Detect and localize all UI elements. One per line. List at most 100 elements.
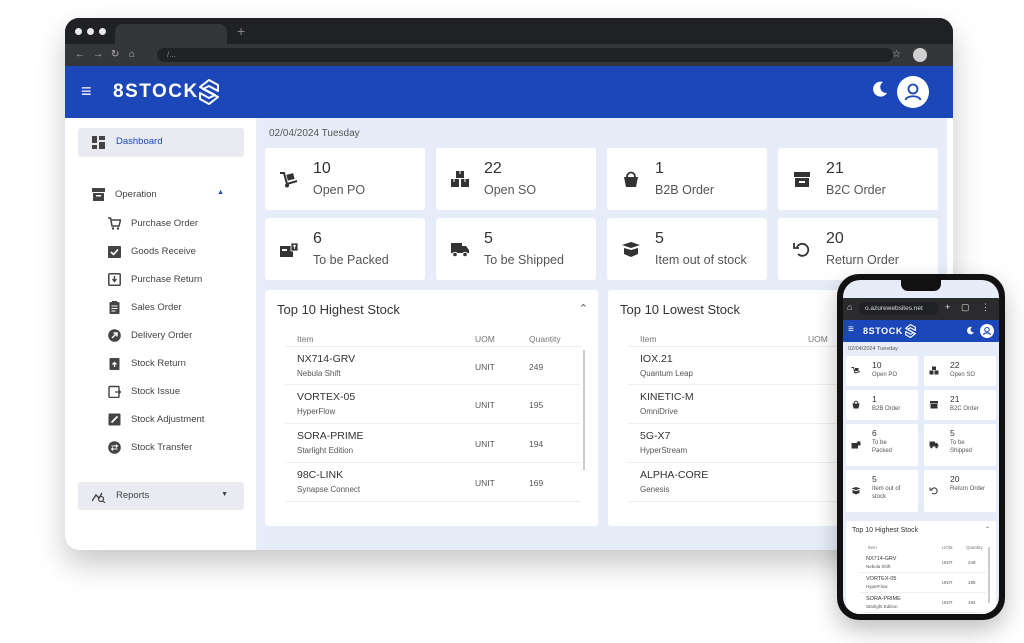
card-value: 5	[950, 428, 955, 438]
dashboard-icon	[92, 136, 105, 149]
phone-user-avatar[interactable]	[980, 324, 994, 338]
phone-card-open-po[interactable]: 10 Open PO	[846, 356, 918, 386]
moon-icon[interactable]	[871, 80, 889, 98]
reload-icon[interactable]: ↻	[111, 49, 119, 61]
phone-table-row[interactable]: NX714-GRV Nebula Shift UNIT 249	[860, 553, 986, 573]
row-item-name: Starlight Edition	[866, 604, 898, 609]
phone-card-b2c-order[interactable]: 21 B2C Order	[924, 390, 996, 420]
phone-moon-icon[interactable]	[966, 326, 975, 335]
phone-card-open-so[interactable]: 22 Open SO	[924, 356, 996, 386]
column-header-quantity[interactable]: Quantity	[529, 334, 561, 344]
phone-home-icon[interactable]: ⌂	[847, 301, 852, 313]
phone-menu-icon[interactable]: ≡	[848, 324, 854, 335]
home-icon[interactable]: ⌂	[129, 49, 135, 61]
phone-table-row[interactable]: SORA-PRIME Starlight Edition UNIT 194	[860, 593, 986, 613]
window-maximize-dot[interactable]	[99, 28, 106, 35]
table-row[interactable]: 98C-LINK Synapse Connect UNIT 169	[285, 463, 581, 502]
phone-card-return-order[interactable]: 20 Return Order	[924, 470, 996, 512]
user-icon	[904, 83, 922, 101]
sidebar-group-reports[interactable]: Reports ▼	[78, 482, 244, 510]
card-label: B2B Order	[872, 406, 901, 412]
card-b2b-order[interactable]: 1 B2B Order	[607, 148, 767, 210]
window-close-dot[interactable]	[75, 28, 82, 35]
phone-table-scrollbar[interactable]	[988, 547, 990, 603]
column-header-uom[interactable]: UOM	[475, 334, 495, 344]
sidebar-item-goods-receive[interactable]: Goods Receive	[108, 245, 196, 258]
row-uom: UNIT	[942, 600, 953, 605]
card-open-po[interactable]: 10 Open PO	[265, 148, 425, 210]
card-label: Item out of stock	[655, 253, 747, 267]
row-uom: UNIT	[475, 478, 495, 488]
back-icon[interactable]: ←	[75, 49, 85, 61]
column-header-item[interactable]: Item	[297, 334, 314, 344]
card-label: To be Packed	[313, 253, 389, 267]
card-value: 10	[872, 360, 882, 370]
card-to-be-packed[interactable]: 6 To be Packed	[265, 218, 425, 280]
phone-brand-logo: 8STOCK	[863, 326, 903, 336]
phone-chevron-up-icon[interactable]: ⌃	[985, 526, 990, 533]
sidebar-item-stock-return[interactable]: Stock Return	[108, 357, 186, 370]
phone-card-item-out-of-stock[interactable]: 5 Item out of stock	[846, 470, 918, 512]
sidebar-item-purchase-order[interactable]: Purchase Order	[108, 217, 198, 230]
phone-column-header-quantity[interactable]: Quantity	[966, 545, 983, 550]
sidebar-item-sales-order[interactable]: Sales Order	[108, 301, 182, 314]
chevron-down-icon: ▼	[221, 491, 228, 498]
phone-column-header-uom[interactable]: UOM	[942, 545, 953, 550]
card-b2c-order[interactable]: 21 B2C Order	[778, 148, 938, 210]
card-value: 20	[950, 474, 960, 484]
phone-card-b2b-order[interactable]: 1 B2B Order	[846, 390, 918, 420]
phone-card-to-be-shipped[interactable]: 5 To be Shipped	[924, 424, 996, 466]
user-avatar-button[interactable]	[897, 76, 929, 108]
phone-address-bar[interactable]: o.azurewebsites.net	[859, 302, 939, 315]
sidebar-item-delivery-order[interactable]: Delivery Order	[108, 329, 192, 342]
phone-card-to-be-packed[interactable]: 6 To be Packed	[846, 424, 918, 466]
card-value: 10	[313, 160, 331, 177]
sidebar-item-stock-adjustment[interactable]: Stock Adjustment	[108, 413, 204, 426]
phone-new-tab-icon[interactable]: +	[945, 301, 950, 313]
menu-icon[interactable]: ≡	[81, 82, 92, 100]
address-bar[interactable]: /...	[157, 48, 893, 62]
card-value: 6	[872, 428, 877, 438]
sidebar-group-operation[interactable]: Operation ▲	[92, 188, 232, 201]
sidebar-item-dashboard[interactable]: Dashboard	[78, 128, 244, 157]
sidebar-label: Goods Receive	[131, 246, 196, 257]
window-minimize-dot[interactable]	[87, 28, 94, 35]
table-row[interactable]: SORA-PRIME Starlight Edition UNIT 194	[285, 424, 581, 463]
bookmark-star-icon[interactable]: ☆	[892, 49, 901, 61]
sidebar-item-stock-issue[interactable]: Stock Issue	[108, 385, 180, 398]
phone-column-header-item[interactable]: Item	[868, 545, 877, 550]
new-tab-icon[interactable]: +	[237, 23, 245, 39]
card-label: To be Shipped	[484, 253, 564, 267]
phone-panel-title: Top 10 Highest Stock	[852, 527, 919, 534]
row-item-code: NX714-GRV	[866, 556, 897, 562]
row-uom: UNIT	[475, 362, 495, 372]
browser-tab[interactable]	[115, 24, 227, 44]
column-header-item[interactable]: Item	[640, 334, 657, 344]
browser-profile-icon[interactable]	[913, 48, 927, 62]
sidebar-item-stock-transfer[interactable]: Stock Transfer	[108, 441, 192, 454]
boxes-icon	[451, 171, 469, 187]
card-item-out-of-stock[interactable]: 5 Item out of stock	[607, 218, 767, 280]
phone-more-icon[interactable]: ⋮	[981, 301, 990, 313]
table-scrollbar[interactable]	[583, 350, 585, 470]
card-return-order[interactable]: 20 Return Order	[778, 218, 938, 280]
brand-logo: 8STOCK	[113, 81, 199, 102]
sidebar-item-purchase-return[interactable]: Purchase Return	[108, 273, 202, 286]
table-row[interactable]: NX714-GRV Nebula Shift UNIT 249	[285, 346, 581, 385]
card-label: B2C Order	[950, 406, 979, 412]
card-open-so[interactable]: 22 Open SO	[436, 148, 596, 210]
row-item-name: Starlight Edition	[297, 446, 354, 455]
table-row[interactable]: VORTEX-05 HyperFlow UNIT 195	[285, 385, 581, 424]
phone-table-row[interactable]: VORTEX-05 HyperFlow UNIT 195	[860, 573, 986, 593]
row-item-code: 5G-X7	[640, 430, 671, 442]
clipboard-icon	[108, 301, 121, 314]
forward-icon[interactable]: →	[93, 49, 103, 61]
row-quantity: 249	[529, 362, 544, 372]
column-header-uom[interactable]: UOM	[808, 334, 828, 344]
card-label: Open PO	[872, 372, 898, 378]
phone-tabs-icon[interactable]: ▢	[961, 301, 970, 313]
chevron-up-icon[interactable]: ⌃	[579, 302, 588, 315]
row-item-code: 98C-LINK	[297, 469, 344, 481]
truck-icon	[929, 441, 939, 449]
card-to-be-shipped[interactable]: 5 To be Shipped	[436, 218, 596, 280]
